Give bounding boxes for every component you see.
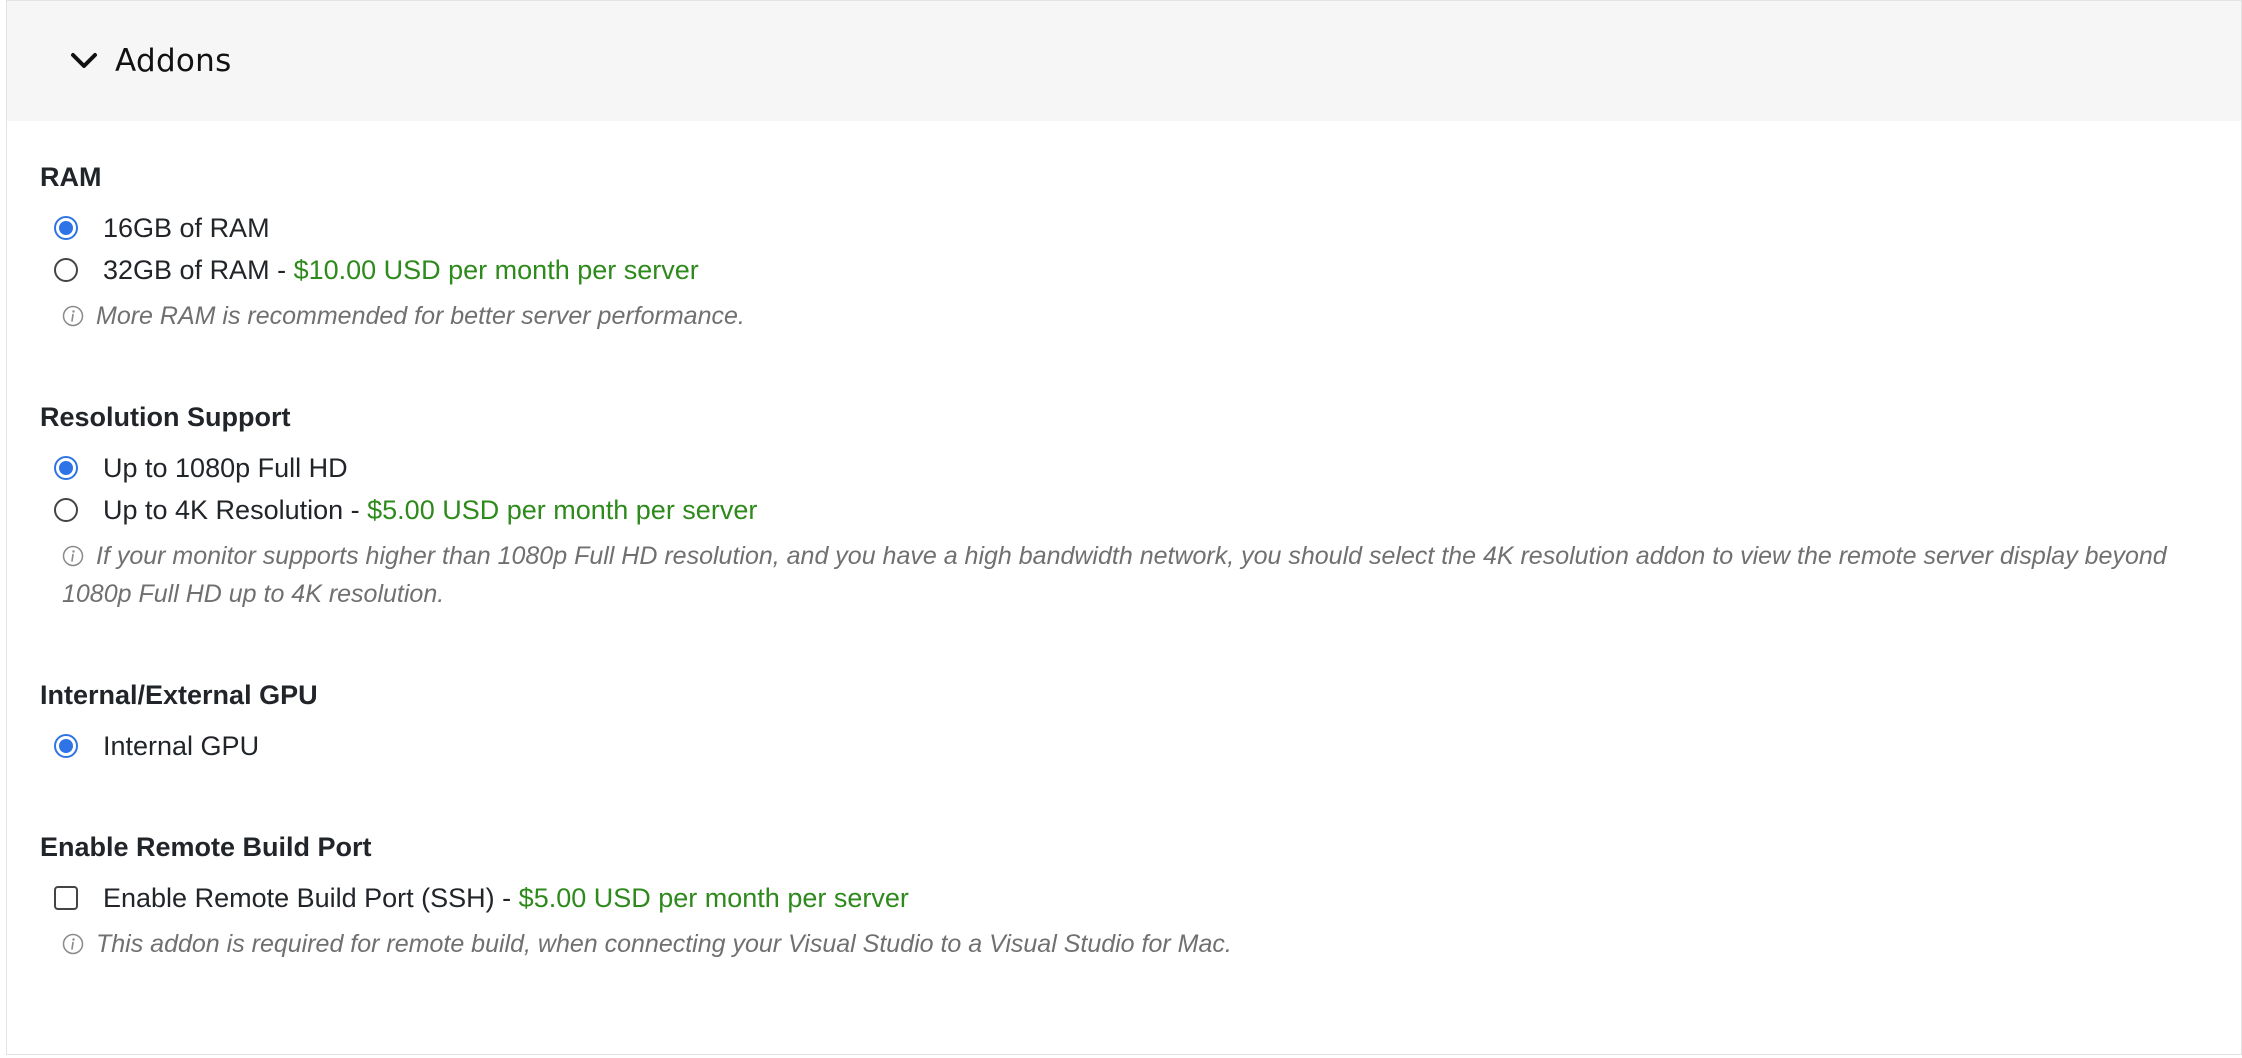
remote-build-title: Enable Remote Build Port: [40, 832, 372, 862]
remote-build-checkbox[interactable]: [54, 886, 78, 910]
addons-header[interactable]: Addons: [7, 1, 2241, 121]
ram-16gb-radio[interactable]: [54, 216, 78, 240]
remote-build-section: Enable Remote Build Port Enable Remote B…: [40, 827, 2221, 963]
resolution-4k-separator: -: [343, 494, 368, 525]
resolution-option-1080p[interactable]: Up to 1080p Full HD: [40, 447, 2221, 489]
gpu-internal-label: Internal GPU: [103, 730, 260, 761]
ram-hint: More RAM is recommended for better serve…: [40, 297, 2221, 335]
resolution-option-4k[interactable]: Up to 4K Resolution - $5.00 USD per mont…: [40, 489, 2221, 531]
gpu-internal-radio[interactable]: [54, 734, 78, 758]
resolution-hint: If your monitor supports higher than 108…: [40, 537, 2221, 613]
gpu-title: Internal/External GPU: [40, 680, 318, 710]
ram-hint-text: More RAM is recommended for better serve…: [96, 302, 745, 330]
remote-build-hint: This addon is required for remote build,…: [40, 925, 2221, 963]
info-icon: [62, 545, 84, 567]
resolution-4k-label: Up to 4K Resolution: [103, 494, 344, 525]
info-icon: [62, 933, 84, 955]
ram-section: RAM 16GB of RAM 32GB of RAM - $10.00 USD…: [40, 157, 2221, 335]
panel-title: Addons: [115, 43, 232, 79]
resolution-1080p-radio[interactable]: [54, 456, 78, 480]
ram-32gb-radio[interactable]: [54, 258, 78, 282]
remote-build-hint-text: This addon is required for remote build,…: [96, 930, 1232, 958]
remote-build-label: Enable Remote Build Port (SSH): [103, 882, 495, 913]
remote-build-separator: -: [494, 882, 519, 913]
remote-build-price: $5.00 USD per month per server: [518, 882, 909, 913]
resolution-4k-radio[interactable]: [54, 498, 78, 522]
ram-option-16gb[interactable]: 16GB of RAM: [40, 207, 2221, 249]
info-icon: [62, 305, 84, 327]
ram-32gb-price: $10.00 USD per month per server: [293, 254, 699, 285]
ram-32gb-separator: -: [269, 254, 294, 285]
ram-option-32gb[interactable]: 32GB of RAM - $10.00 USD per month per s…: [40, 249, 2221, 291]
ram-title: RAM: [40, 162, 102, 192]
remote-build-option[interactable]: Enable Remote Build Port (SSH) - $5.00 U…: [40, 877, 2221, 919]
addons-panel: Addons RAM 16GB of RAM 32GB of RAM - $10…: [6, 0, 2242, 1055]
gpu-section: Internal/External GPU Internal GPU: [40, 675, 2221, 767]
resolution-title: Resolution Support: [40, 402, 291, 432]
resolution-4k-price: $5.00 USD per month per server: [367, 494, 758, 525]
resolution-section: Resolution Support Up to 1080p Full HD U…: [40, 397, 2221, 613]
resolution-1080p-label: Up to 1080p Full HD: [103, 452, 348, 483]
resolution-hint-text: If your monitor supports higher than 108…: [62, 542, 2167, 608]
ram-32gb-label: 32GB of RAM: [103, 254, 270, 285]
chevron-down-icon[interactable]: [67, 44, 101, 78]
gpu-option-internal[interactable]: Internal GPU: [40, 725, 2221, 767]
ram-16gb-label: 16GB of RAM: [103, 212, 270, 243]
